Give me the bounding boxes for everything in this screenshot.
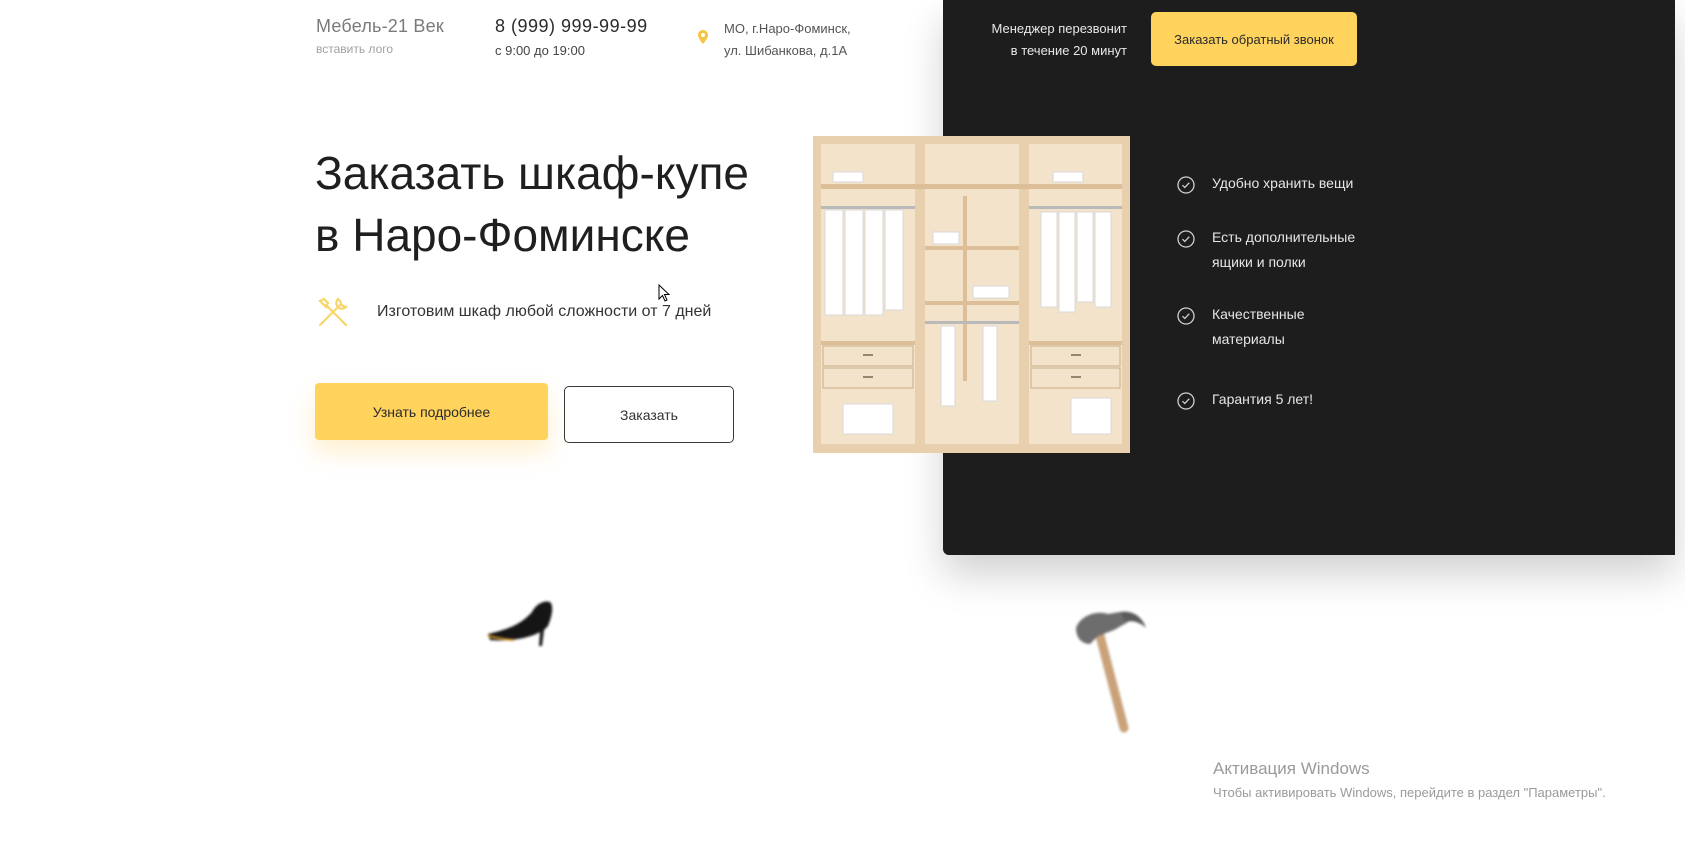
- logo[interactable]: Мебель-21 Век вставить лого: [316, 16, 444, 56]
- cursor-icon: [658, 284, 670, 302]
- benefit-line-1: Есть дополнительные: [1212, 229, 1356, 245]
- phone-number[interactable]: 8 (999) 999-99-99: [495, 16, 648, 37]
- benefit-line-2: материалы: [1212, 331, 1285, 347]
- check-circle-icon: [1177, 307, 1195, 325]
- callback-button[interactable]: Заказать обратный звонок: [1151, 12, 1357, 66]
- benefit-item: Гарантия 5 лет!: [1177, 390, 1397, 412]
- address-line-2: ул. Шибанкова, д.1А: [724, 43, 848, 58]
- hammer-image: [1076, 611, 1146, 733]
- feature-line: Изготовим шкаф любой сложности от 7 дней: [315, 294, 711, 330]
- check-circle-icon: [1177, 230, 1195, 248]
- address-line-1: МО, г.Наро-Фоминск,: [724, 21, 851, 36]
- address-block: МО, г.Наро-Фоминск, ул. Шибанкова, д.1А: [696, 18, 851, 62]
- benefit-item: Есть дополнительные ящики и полки: [1177, 228, 1397, 275]
- logo-placeholder: вставить лого: [316, 42, 394, 56]
- watermark-subtitle: Чтобы активировать Windows, перейдите в …: [1213, 785, 1606, 800]
- benefit-item: Удобно хранить вещи: [1177, 174, 1397, 196]
- tools-icon: [318, 297, 349, 327]
- benefit-line-1: Качественные: [1212, 306, 1305, 322]
- page-title: Заказать шкаф-купе в Наро-Фоминске: [315, 142, 795, 266]
- work-hours: с 9:00 до 19:00: [495, 43, 585, 58]
- high-heel-shoe-image: [487, 601, 553, 646]
- callback-note-line-2: в течение 20 минут: [1010, 43, 1127, 58]
- location-pin-icon: [698, 30, 708, 44]
- benefit-item: Качественные материалы: [1177, 305, 1397, 352]
- order-button[interactable]: Заказать: [564, 386, 734, 443]
- check-circle-icon: [1177, 392, 1195, 410]
- benefit-line-2: ящики и полки: [1212, 254, 1306, 270]
- windows-activation-watermark: Активация Windows Чтобы активировать Win…: [1213, 759, 1606, 800]
- logo-name: Мебель-21 Век: [316, 16, 444, 36]
- benefit-line-1: Удобно хранить вещи: [1212, 175, 1354, 191]
- callback-note: Менеджер перезвонит в течение 20 минут: [947, 18, 1127, 62]
- check-circle-icon: [1177, 176, 1195, 194]
- watermark-title: Активация Windows: [1213, 759, 1370, 778]
- phone-block: 8 (999) 999-99-99 с 9:00 до 19:00: [495, 16, 648, 58]
- callback-note-line-1: Менеджер перезвонит: [991, 21, 1127, 36]
- title-line-1: Заказать шкаф-купе: [315, 147, 749, 199]
- wardrobe-image: [813, 136, 1130, 453]
- title-line-2: в Наро-Фоминске: [315, 209, 691, 261]
- feature-text: Изготовим шкаф любой сложности от 7 дней: [377, 303, 712, 320]
- benefit-line-1: Гарантия 5 лет!: [1212, 391, 1314, 407]
- learn-more-button[interactable]: Узнать подробнее: [315, 383, 548, 440]
